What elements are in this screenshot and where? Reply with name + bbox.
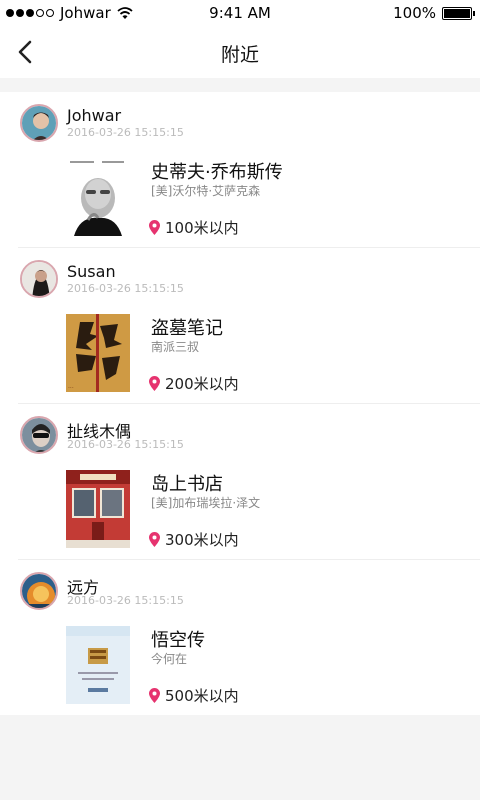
book-author: [美]加布瑞埃拉·泽文 — [151, 496, 261, 510]
book-cover-image[interactable] — [66, 470, 130, 548]
book-title[interactable]: 悟空传 — [151, 626, 205, 652]
location-pin-icon — [149, 532, 160, 547]
avatar[interactable] — [20, 416, 58, 454]
list-item[interactable]: Johwar 2016-03-26 15:15:15 史蒂夫·乔布斯传 [美]沃… — [0, 92, 480, 248]
list-item[interactable]: 扯线木偶 2016-03-26 15:15:15 岛上书店 [美]加布瑞埃拉·泽… — [0, 404, 480, 560]
distance-text: 500米以内 — [165, 687, 239, 705]
list-item[interactable]: 远方 2016-03-26 15:15:15 悟空传 今何在 500米以内 — [0, 560, 480, 716]
avatar[interactable] — [20, 572, 58, 610]
distance-info: 300米以内 — [148, 529, 239, 550]
location-pin-icon — [149, 688, 160, 703]
book-title[interactable]: 史蒂夫·乔布斯传 — [151, 158, 283, 184]
avatar[interactable] — [20, 260, 58, 298]
timestamp: 2016-03-26 15:15:15 — [67, 126, 184, 139]
book-author: 今何在 — [151, 652, 188, 666]
distance-info: 200米以内 — [148, 373, 239, 394]
location-pin-icon — [149, 220, 160, 235]
navigation-bar: 附近 — [0, 26, 480, 78]
book-title[interactable]: 盗墓笔记 — [151, 314, 223, 340]
timestamp: 2016-03-26 15:15:15 — [67, 594, 184, 607]
avatar[interactable] — [20, 104, 58, 142]
nearby-book-list: Johwar 2016-03-26 15:15:15 史蒂夫·乔布斯传 [美]沃… — [0, 92, 480, 715]
svg-text:...: ... — [68, 383, 74, 390]
battery-percent: 100% — [393, 4, 436, 22]
battery-icon — [442, 6, 475, 20]
book-cover-image[interactable] — [66, 626, 130, 704]
book-cover-image[interactable] — [66, 158, 130, 236]
distance-text: 200米以内 — [165, 375, 239, 393]
book-author: 南派三叔 — [151, 340, 200, 354]
username[interactable]: Johwar — [67, 106, 121, 125]
status-bar: Johwar 9:41 AM 100% — [0, 0, 480, 26]
status-right: 100% — [393, 4, 475, 22]
book-author: [美]沃尔特·艾萨克森 — [151, 184, 261, 198]
timestamp: 2016-03-26 15:15:15 — [67, 282, 184, 295]
book-title[interactable]: 岛上书店 — [151, 470, 223, 496]
distance-info: 100米以内 — [148, 217, 239, 238]
distance-text: 100米以内 — [165, 219, 239, 237]
book-cover-image[interactable]: ... — [66, 314, 130, 392]
timestamp: 2016-03-26 15:15:15 — [67, 438, 184, 451]
list-item[interactable]: Susan 2016-03-26 15:15:15 ... 盗墓笔记 南派三叔 … — [0, 248, 480, 404]
username[interactable]: Susan — [67, 262, 116, 281]
location-pin-icon — [149, 376, 160, 391]
distance-info: 500米以内 — [148, 685, 239, 706]
page-title: 附近 — [220, 44, 259, 66]
distance-text: 300米以内 — [165, 531, 239, 549]
